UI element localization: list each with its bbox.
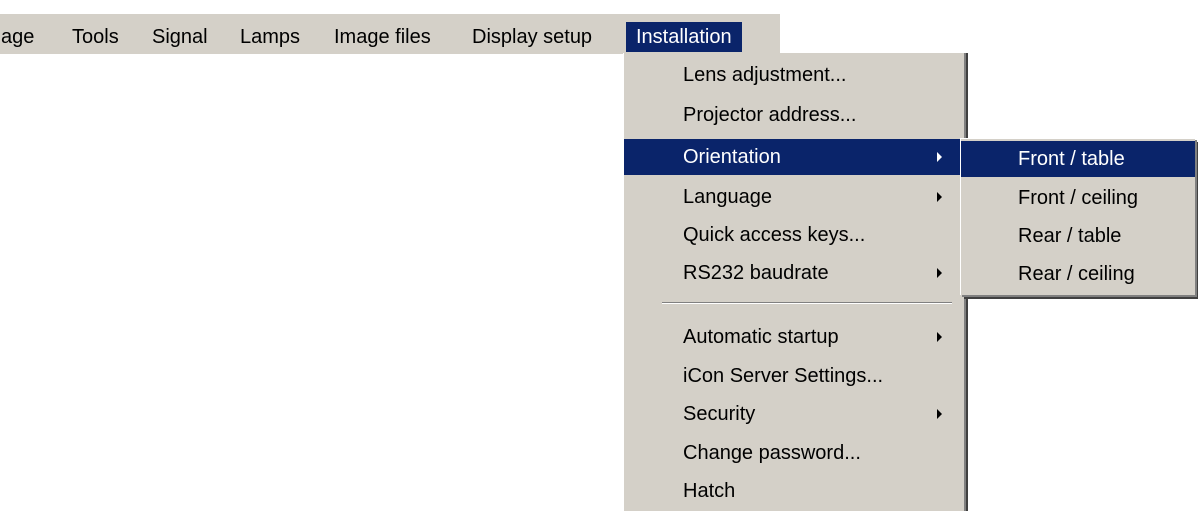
menubar-item-image[interactable]: age <box>1 22 34 52</box>
submenu-item-label: Rear / table <box>1018 225 1122 247</box>
menu-item-quick-access-keys[interactable]: Quick access keys... <box>624 217 960 253</box>
submenu-arrow-icon <box>937 192 942 202</box>
menu-item-label: Orientation <box>683 146 781 168</box>
menu-item-label: Hatch <box>683 480 736 502</box>
submenu-item-rear-table[interactable]: Rear / table <box>961 218 1195 254</box>
menu-separator <box>662 302 952 304</box>
submenu-item-label: Front / table <box>1018 148 1125 170</box>
menu-item-hatch[interactable]: Hatch <box>624 473 960 509</box>
submenu-item-front-ceiling[interactable]: Front / ceiling <box>961 180 1195 216</box>
menu-item-rs232-baudrate[interactable]: RS232 baudrate <box>624 255 960 291</box>
submenu-arrow-icon <box>937 332 942 342</box>
menu-item-orientation[interactable]: Orientation <box>624 139 960 175</box>
menubar-item-image-files[interactable]: Image files <box>334 22 431 52</box>
submenu-arrow-icon <box>937 268 942 278</box>
menu-item-language[interactable]: Language <box>624 179 960 215</box>
submenu-item-front-table[interactable]: Front / table <box>961 141 1195 177</box>
menubar-item-signal[interactable]: Signal <box>152 22 208 52</box>
submenu-item-label: Front / ceiling <box>1018 187 1139 209</box>
menubar-item-tools[interactable]: Tools <box>72 22 119 52</box>
menu-item-label: iCon Server Settings... <box>683 365 884 387</box>
menu-item-label: Security <box>683 403 756 425</box>
menu-item-icon-server-settings[interactable]: iCon Server Settings... <box>624 358 960 394</box>
menu-item-projector-address[interactable]: Projector address... <box>624 97 960 133</box>
menu-item-label: Change password... <box>683 442 861 464</box>
submenu-item-rear-ceiling[interactable]: Rear / ceiling <box>961 256 1195 292</box>
menu-item-lens-adjustment[interactable]: Lens adjustment... <box>624 57 960 93</box>
submenu-item-label: Rear / ceiling <box>1018 263 1135 285</box>
submenu-arrow-icon <box>937 152 942 162</box>
menu-bar: age Tools Signal Lamps Image files Displ… <box>0 14 780 54</box>
menu-item-label: Automatic startup <box>683 326 839 348</box>
menubar-item-installation[interactable]: Installation <box>626 22 742 52</box>
menu-item-label: Projector address... <box>683 104 857 126</box>
menu-item-label: Quick access keys... <box>683 224 866 246</box>
menu-item-change-password[interactable]: Change password... <box>624 435 960 471</box>
menu-item-label: Language <box>683 186 772 208</box>
menubar-item-display-setup[interactable]: Display setup <box>472 22 592 52</box>
orientation-submenu: Front / table Front / ceiling Rear / tab… <box>960 138 1195 295</box>
application-window: age Tools Signal Lamps Image files Displ… <box>0 0 1198 511</box>
menu-item-security[interactable]: Security <box>624 396 960 432</box>
menu-item-label: RS232 baudrate <box>683 262 829 284</box>
menu-item-automatic-startup[interactable]: Automatic startup <box>624 319 960 355</box>
menu-item-label: Lens adjustment... <box>683 64 847 86</box>
installation-dropdown-menu: Lens adjustment... Projector address... … <box>623 53 964 511</box>
menubar-item-lamps[interactable]: Lamps <box>240 22 300 52</box>
submenu-arrow-icon <box>937 409 942 419</box>
